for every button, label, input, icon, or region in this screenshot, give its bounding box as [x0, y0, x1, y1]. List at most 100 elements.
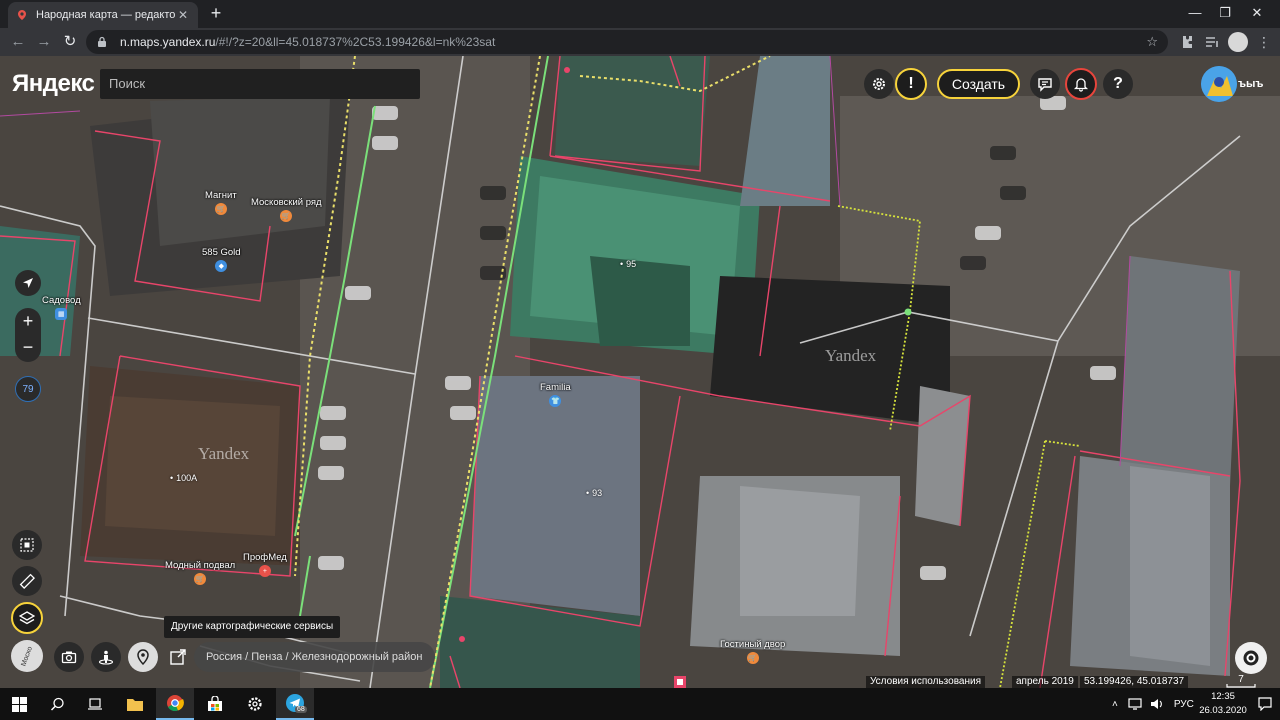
camera-icon [61, 651, 77, 664]
photo-button[interactable] [54, 642, 84, 672]
avatar-image-icon [1201, 66, 1237, 102]
poi-modny-podval[interactable]: Модный подвал 🛒 [165, 560, 235, 585]
yandex-logo[interactable]: Яндекс [12, 70, 95, 98]
poi-familia[interactable]: Familia 👕 [540, 382, 571, 407]
bell-icon [1073, 78, 1089, 92]
alice-button[interactable] [1235, 642, 1267, 674]
maximize-button[interactable]: ❐ [1210, 3, 1240, 23]
layers-button[interactable] [11, 602, 43, 634]
map-pin-icon [137, 649, 149, 665]
layers-icon [19, 611, 35, 625]
poi-magnit[interactable]: Магнит 🛒 [205, 190, 237, 215]
map-scale: 7 [1226, 674, 1256, 688]
poi-profmed[interactable]: ПрофМед + [243, 552, 287, 577]
poi-label: Московский ряд [251, 197, 322, 208]
external-services-button[interactable] [163, 642, 193, 672]
grid-tool-button[interactable] [12, 530, 42, 560]
ruler-button[interactable] [12, 566, 42, 596]
map-watermark: Yandex [825, 346, 877, 365]
gear-icon [873, 78, 885, 90]
address-label[interactable]: 93 [586, 488, 602, 498]
chrome-icon [167, 695, 184, 712]
notification-center-button[interactable] [1250, 688, 1280, 720]
panorama-button[interactable] [91, 642, 121, 672]
poi-moskovsky-ryad[interactable]: Московский ряд 🛒 [251, 197, 322, 222]
search-input[interactable]: Поиск [100, 69, 420, 99]
alice-icon [1243, 650, 1259, 666]
diamond-icon: ◆ [215, 260, 228, 272]
close-window-button[interactable]: ✕ [1242, 3, 1272, 23]
tab-title: Народная карта — редактор Ян [36, 9, 176, 21]
tab-close-icon[interactable]: ✕ [176, 8, 190, 22]
system-tray: ˄ РУС [1112, 688, 1194, 720]
address-label[interactable]: 95 [620, 259, 636, 269]
volume-icon[interactable] [1150, 697, 1164, 711]
zoom-in-button[interactable]: + [15, 308, 41, 335]
browser-tab[interactable]: Народная карта — редактор Ян ✕ [8, 2, 198, 28]
user-name[interactable]: ъыъ [1238, 78, 1263, 90]
map-canvas[interactable]: Yandex Yandex 95 100А 93 Магнит 🛒 Москов… [0, 56, 1280, 688]
map-watermark: Yandex [198, 444, 250, 463]
browser-tab-strip: Народная карта — редактор Ян ✕ + — ❐ ✕ [0, 0, 1280, 28]
address-label[interactable]: 100А [170, 473, 197, 483]
taskbar-clock[interactable]: 12:35 26.03.2020 [1198, 690, 1248, 718]
person-panorama-icon [98, 650, 114, 665]
reload-button[interactable]: ↻ [60, 32, 80, 52]
browser-menu-icon[interactable]: ⋮ [1254, 32, 1274, 52]
zoom-out-button[interactable]: − [15, 335, 41, 362]
terms-link[interactable]: Условия использования [866, 676, 985, 688]
poi-label: Модный подвал [165, 560, 236, 571]
user-avatar[interactable] [1201, 66, 1237, 102]
windows-logo-icon [11, 696, 27, 712]
settings-button[interactable] [864, 69, 894, 99]
folder-icon [127, 698, 143, 711]
zoom-level-badge[interactable]: 79 [15, 376, 41, 402]
store-button[interactable] [196, 688, 234, 720]
locate-button[interactable] [15, 270, 41, 296]
new-tab-button[interactable]: + [206, 4, 226, 24]
poi-gostiny-dvor[interactable]: Гостиный двор 🛒 [720, 639, 785, 664]
address-bar[interactable]: n.maps.yandex.ru /#!/?z=20&ll=45.018737%… [86, 30, 1168, 54]
grid-icon [20, 538, 34, 552]
shop-icon: ▦ [55, 308, 68, 320]
help-button[interactable]: ? [1103, 69, 1133, 99]
start-button[interactable] [0, 688, 38, 720]
settings-taskbar-button[interactable] [236, 688, 274, 720]
back-button[interactable]: ← [8, 32, 28, 52]
chevron-up-icon[interactable]: ˄ [1112, 699, 1118, 710]
extensions-icon[interactable] [1176, 32, 1196, 52]
alert-button[interactable]: ! [895, 68, 927, 100]
telegram-taskbar-button[interactable]: 68 [276, 688, 314, 720]
url-path: /#!/?z=20&ll=45.018737%2C53.199426&l=nk%… [215, 35, 496, 49]
bookmark-star-icon[interactable]: ☆ [1146, 34, 1158, 50]
reading-list-icon[interactable] [1202, 32, 1222, 52]
file-explorer-button[interactable] [116, 688, 154, 720]
notifications-button[interactable] [1065, 68, 1097, 100]
create-button[interactable]: Создать [937, 69, 1020, 99]
cart-icon: 🛒 [214, 203, 227, 215]
chat-icon [1038, 78, 1052, 92]
profile-avatar[interactable] [1228, 32, 1248, 52]
map-layer-toggle[interactable]: Моско [11, 640, 43, 672]
lock-icon [98, 36, 106, 47]
poi-sadovod[interactable]: Садовод ▦ [42, 295, 81, 320]
input-language[interactable]: РУС [1174, 699, 1194, 710]
location-breadcrumb[interactable]: Россия / Пенза / Железнодорожный район [194, 642, 435, 672]
task-view-icon [88, 697, 102, 710]
notification-icon [1258, 697, 1272, 711]
messages-button[interactable] [1030, 69, 1060, 99]
task-view-button[interactable] [76, 688, 114, 720]
store-bag-icon [208, 696, 222, 711]
taskbar-search-button[interactable] [38, 688, 76, 720]
poi-label: Гостиный двор [720, 639, 786, 650]
zoom-control: + − [15, 308, 41, 362]
cursor-coordinates: 53.199426, 45.018737 [1080, 676, 1189, 688]
minimize-button[interactable]: — [1180, 3, 1210, 23]
place-marker-button[interactable] [128, 642, 158, 672]
ruler-icon [19, 573, 35, 589]
map-pin-icon [18, 10, 26, 20]
chrome-taskbar-button[interactable] [156, 688, 194, 720]
poi-585-gold[interactable]: 585 Gold ◆ [202, 247, 241, 272]
forward-button[interactable]: → [34, 32, 54, 52]
network-icon[interactable] [1128, 697, 1142, 711]
